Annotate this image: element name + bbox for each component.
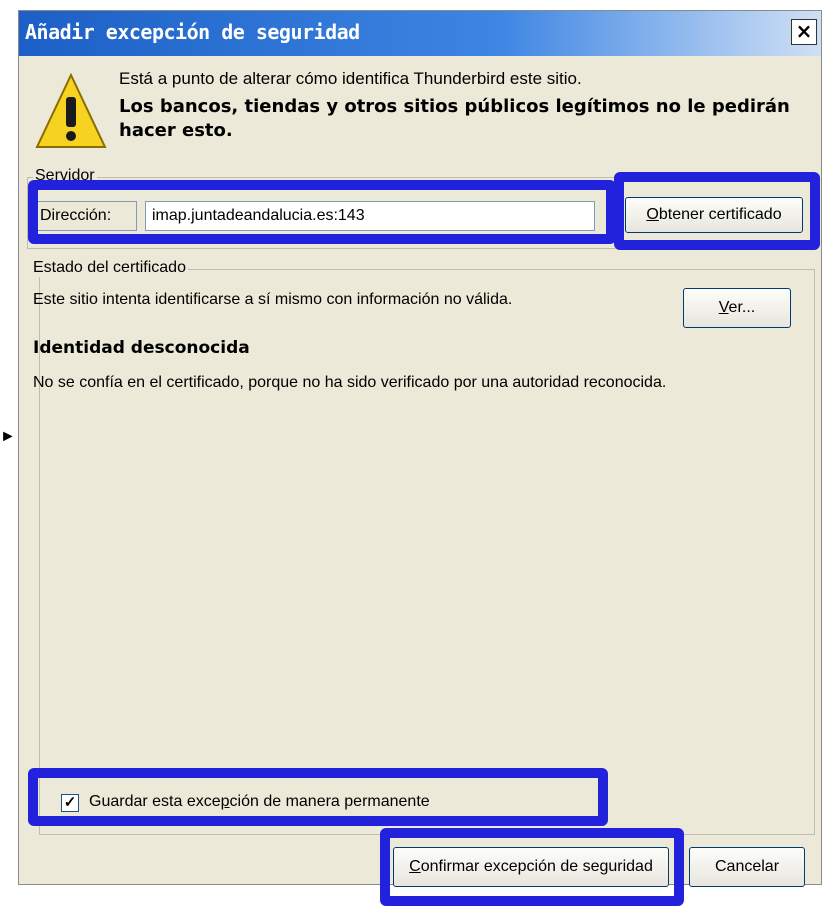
warning-triangle-icon bbox=[35, 73, 107, 148]
cancel-button[interactable]: Cancelar bbox=[689, 847, 805, 887]
identity-description: No se confía en el certificado, porque n… bbox=[33, 374, 667, 391]
pointer-arrow-icon: ► bbox=[0, 428, 16, 445]
view-button[interactable]: Ver... bbox=[683, 288, 791, 328]
permanent-exception-label[interactable]: Guardar esta excepción de manera permane… bbox=[89, 793, 430, 811]
title-bar[interactable]: Añadir excepción de seguridad × bbox=[19, 11, 821, 56]
dialog-title: Añadir excepción de seguridad bbox=[25, 20, 360, 44]
certificate-status-message: Este sitio intenta identificarse a sí mi… bbox=[33, 291, 513, 308]
permanent-exception-checkbox[interactable]: ✓ bbox=[61, 794, 79, 812]
identity-heading: Identidad desconocida bbox=[33, 338, 250, 358]
server-legend: Servidor bbox=[33, 167, 97, 185]
close-icon[interactable]: × bbox=[791, 19, 817, 45]
add-security-exception-dialog: Añadir excepción de seguridad × Está a p… bbox=[18, 10, 822, 887]
get-certificate-button[interactable]: Obtener certificado bbox=[625, 197, 803, 233]
certificate-status-legend: Estado del certificado bbox=[31, 259, 188, 277]
address-label: Dirección: bbox=[35, 201, 137, 231]
address-input[interactable] bbox=[145, 201, 595, 231]
warning-bold-text: Los bancos, tiendas y otros sitios públi… bbox=[119, 96, 790, 141]
confirm-security-exception-button[interactable]: Confirmar excepción de seguridad bbox=[393, 847, 669, 887]
warning-intro-text: Está a punto de alterar cómo identifica … bbox=[119, 69, 582, 88]
